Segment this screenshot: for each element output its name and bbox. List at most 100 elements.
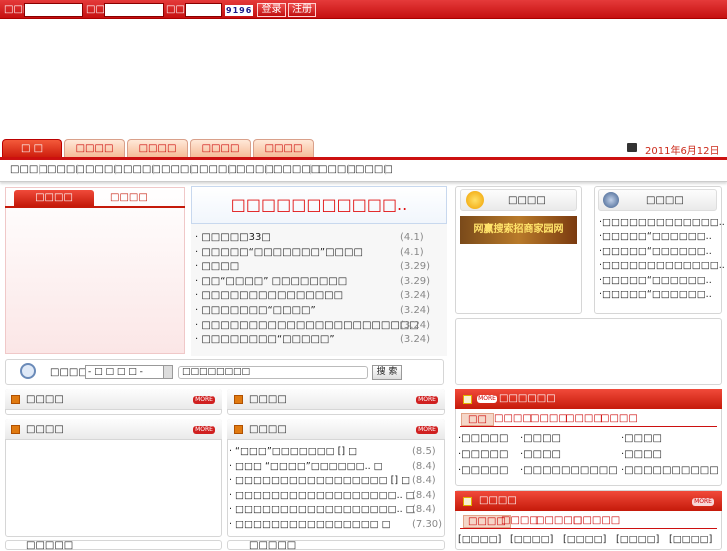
panel-title: □□□□□ — [249, 540, 297, 551]
panel-tab[interactable]: □□□□ — [501, 515, 539, 526]
news-item[interactable]: · □□□□□□□□□□□□□□□□□□.. □ — [229, 490, 415, 501]
news-item[interactable]: · □□□□□□□□□□□□□□□□□ [] □ — [229, 475, 410, 486]
subnav-item[interactable]: □□□□□ — [273, 164, 320, 175]
password-input[interactable] — [104, 3, 164, 17]
link-item[interactable]: ·□□□□□□□□□□□□□.. — [599, 260, 725, 271]
panel-title: □□□□□ — [26, 540, 74, 551]
more-button[interactable]: MORE — [416, 426, 438, 434]
panel-title: □□□□ — [249, 394, 287, 405]
headline-item[interactable]: · □□□□□“□□□□□□□”□□□□ — [195, 247, 363, 258]
news-date: (8.4) — [412, 475, 436, 487]
subnav-item[interactable]: □□□□ — [10, 164, 48, 175]
headline-date: (3.29) — [400, 275, 431, 287]
panel-tab[interactable]: □□□□ — [596, 413, 642, 424]
bracket-link[interactable]: [□□□□] — [510, 534, 553, 545]
news-date: (8.4) — [412, 460, 436, 472]
more-button[interactable]: MORE — [477, 395, 497, 403]
list-item[interactable]: ·□□□□ — [520, 449, 561, 460]
headline-item[interactable]: · □□“□□□□” □□□□□□□□ — [195, 276, 347, 287]
more-button[interactable]: MORE — [193, 426, 215, 434]
search-icon — [20, 363, 36, 379]
more-button[interactable]: MORE — [692, 498, 714, 506]
search-input[interactable]: □□□□□□□□ — [178, 366, 368, 379]
more-button[interactable]: MORE — [193, 396, 215, 404]
link-item[interactable]: ·□□□□□“□□□□□□.. — [599, 275, 712, 286]
list-item[interactable]: ·□□□□□□□□□□ — [621, 465, 719, 476]
news-date: (8.5) — [412, 446, 436, 457]
headline-item[interactable]: · □□□□□□□“□□□□” — [195, 305, 316, 316]
bracket-link[interactable]: [□□□□] — [458, 534, 501, 545]
bracket-link[interactable]: [□□□□] — [563, 534, 606, 545]
headline-item[interactable]: · □□□□□□□□□□□□□□□ — [195, 290, 343, 301]
tab-2[interactable]: □□□□ — [64, 139, 125, 158]
link-item[interactable]: ·□□□□□“□□□□□□.. — [599, 246, 712, 257]
tab-3[interactable]: □□□□ — [127, 139, 188, 158]
list-item[interactable]: ·□□□□ — [621, 433, 662, 444]
headline-item[interactable]: · □□□□□□□□“□□□□□” — [195, 334, 335, 345]
tab-photo-report[interactable]: □□□□ — [14, 190, 94, 206]
ad-box — [455, 318, 722, 385]
list-item[interactable]: ·□□□□ — [520, 433, 561, 444]
category-icon — [234, 395, 243, 404]
headline-date: (3.24) — [400, 290, 431, 302]
chevron-down-icon[interactable] — [163, 366, 172, 378]
captcha-image[interactable]: 9196 — [225, 5, 254, 16]
headline-title[interactable]: □□□□□□□□□□□.. — [191, 195, 447, 214]
tab-today-video[interactable]: □□□□ — [110, 192, 148, 203]
links-title: □□□□ — [646, 195, 684, 206]
panel-title: □□□□ — [479, 495, 517, 506]
headline-date: (3.24) — [400, 305, 431, 316]
headline-date: (3.24) — [400, 319, 431, 331]
register-button[interactable]: 注册 — [288, 3, 316, 17]
news-item[interactable]: · “□□□”□□□□□□□ [] □ — [229, 446, 357, 457]
panel-title: □□□□ — [26, 394, 64, 405]
tab-4[interactable]: □□□□ — [190, 139, 251, 158]
link-item[interactable]: ·□□□□□“□□□□□□.. — [599, 289, 712, 300]
panel-title: □□□□ — [26, 424, 64, 435]
category-icon — [11, 395, 20, 404]
headline-date: (3.24) — [400, 334, 431, 346]
panel-title: □□□□ — [249, 424, 287, 435]
news-item[interactable]: · □□□ “□□□□”□□□□□□.. □ — [229, 461, 383, 472]
bracket-link[interactable]: [□□□□] — [669, 534, 712, 545]
category-icon — [234, 425, 243, 434]
headline-item[interactable]: · □□□□ — [195, 261, 239, 272]
headline-item[interactable]: · □□□□□33□ — [195, 232, 271, 243]
headline-item[interactable]: · □□□□□□□□□□□□□□□□□□□□□□□ — [195, 320, 419, 331]
news-item[interactable]: · □□□□□□□□□□□□□□□□ □ — [229, 519, 391, 530]
code-input[interactable] — [185, 3, 222, 17]
panel-tab[interactable]: □□□□□ — [573, 515, 620, 526]
category-icon — [463, 395, 472, 404]
username-input[interactable] — [24, 3, 83, 17]
more-button[interactable]: MORE — [416, 396, 438, 404]
link-item[interactable]: ·□□□□□□□□□□□□□.. — [599, 217, 725, 228]
category-icon — [11, 425, 20, 434]
book-icon — [627, 143, 637, 152]
tab-5[interactable]: □□□□ — [253, 139, 314, 158]
list-item[interactable]: ·□□□□□ — [458, 433, 508, 444]
trophy-icon — [466, 191, 484, 209]
list-item[interactable]: ·□□□□□ — [458, 465, 508, 476]
photo-report-box — [5, 187, 185, 354]
news-item[interactable]: · □□□□□□□□□□□□□□□□□□.. □ — [229, 504, 415, 515]
news-date: (7.30) — [412, 519, 443, 530]
news-date: (8.4) — [412, 489, 436, 501]
category-icon — [463, 497, 472, 506]
list-item[interactable]: ·□□□□□ — [458, 449, 508, 460]
link-item[interactable]: ·□□□□□“□□□□□□.. — [599, 231, 712, 242]
news-date: (8.4) — [412, 504, 436, 516]
panel-tab[interactable]: □□ — [461, 413, 494, 426]
bracket-link[interactable]: [□□□□] — [616, 534, 659, 545]
list-item[interactable]: ·□□□□□□□□□□ — [520, 465, 618, 476]
tab-home[interactable]: □ □ — [2, 139, 62, 158]
list-item[interactable]: ·□□□□ — [621, 449, 662, 460]
user-icon — [603, 192, 619, 208]
headline-date: (4.1) — [400, 232, 424, 243]
sponsor-banner[interactable]: 网赢搜索招商家园网 — [460, 216, 577, 244]
sponsor-title: □□□□ — [508, 195, 546, 206]
headline-date: (4.1) — [400, 246, 424, 258]
search-category-select[interactable]: - □ □ □ □ - — [85, 365, 173, 379]
search-button[interactable]: 搜 索 — [372, 365, 402, 380]
login-button[interactable]: 登录 — [257, 3, 286, 17]
panel-title: □□□□□□ — [499, 393, 556, 404]
